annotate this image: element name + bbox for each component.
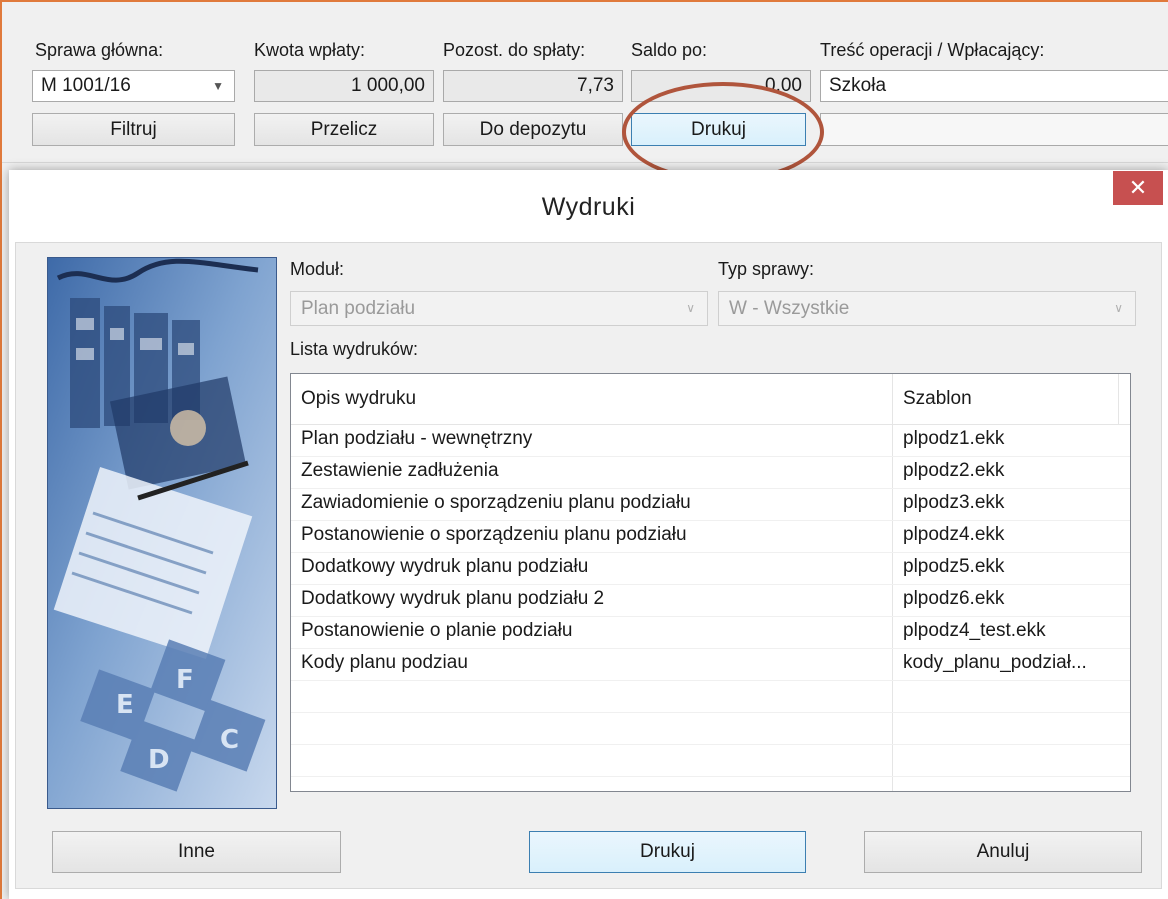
typ-sprawy-value: W - Wszystkie [729,298,850,319]
list-item[interactable]: Zawiadomienie o sporządzeniu planu podzi… [291,488,1130,521]
svg-text:C: C [220,725,239,755]
svg-text:F: F [176,665,194,695]
row-opis: Zestawienie zadłużenia [301,460,499,481]
column-header-opis[interactable]: Opis wydruku [301,388,416,410]
drukuj-form-button[interactable]: Drukuj [631,113,806,146]
close-icon: ✕ [1128,175,1148,200]
row-opis: Plan podziału - wewnętrzny [301,428,533,449]
list-item[interactable]: Zestawienie zadłużenia plpodz2.ekk [291,456,1130,489]
sprawa-value: M 1001/16 [41,75,131,96]
row-szablon: plpodz3.ekk [903,492,1005,513]
inne-button[interactable]: Inne [52,831,341,873]
chevron-down-icon: ∨ [1114,301,1123,315]
kwota-field[interactable]: 1 000,00 [254,70,434,102]
modul-select[interactable]: Plan podziału ∨ [290,291,708,326]
svg-text:D: D [148,745,170,775]
typ-sprawy-label: Typ sprawy: [718,259,815,279]
list-item[interactable]: Kody planu podziau kody_planu_podział... [291,648,1130,681]
sprawa-label: Sprawa główna: [35,40,164,60]
row-szablon: plpodz4_test.ekk [903,620,1046,641]
list-item[interactable]: Postanowienie o sporządzeniu planu podzi… [291,520,1130,553]
close-button[interactable]: ✕ [1113,171,1163,205]
row-opis: Dodatkowy wydruk planu podziału [301,556,589,577]
list-item[interactable]: Plan podziału - wewnętrzny plpodz1.ekk [291,424,1130,457]
chevron-down-icon: ▼ [212,79,224,93]
row-opis: Postanowienie o planie podziału [301,620,573,641]
tresc-field[interactable]: Szkoła [820,70,1168,102]
list-item[interactable]: Dodatkowy wydruk planu podziału plpodz5.… [291,552,1130,585]
przelicz-button[interactable]: Przelicz [254,113,434,146]
svg-text:E: E [116,690,134,720]
chevron-down-icon: ∨ [686,301,695,315]
column-header-szablon[interactable]: Szablon [903,388,972,410]
dialog-body: F E D C Moduł: Typ sprawy: Plan podziału… [15,242,1162,889]
dialog-side-image: F E D C [47,257,277,809]
row-szablon: kody_planu_podział... [903,652,1087,673]
divider [2,162,1168,163]
column-divider [1118,374,1119,424]
modul-label: Moduł: [290,259,345,279]
row-szablon: plpodz4.ekk [903,524,1005,545]
row-szablon: plpodz2.ekk [903,460,1005,481]
row-szablon: plpodz6.ekk [903,588,1005,609]
row-szablon: plpodz5.ekk [903,556,1005,577]
anuluj-button[interactable]: Anuluj [864,831,1142,873]
list-header: Opis wydruku Szablon [291,374,1130,425]
list-item-empty [291,744,1130,777]
wydruki-list[interactable]: Opis wydruku Szablon Plan podziału - wew… [290,373,1131,792]
lista-label: Lista wydruków: [290,339,419,359]
row-szablon: plpodz1.ekk [903,428,1005,449]
row-opis: Kody planu podziau [301,652,468,673]
row-opis: Zawiadomienie o sporządzeniu planu podzi… [301,492,691,513]
list-item-empty [291,712,1130,745]
list-item[interactable]: Postanowienie o planie podziału plpodz4_… [291,616,1130,649]
dialog-title: Wydruki [541,193,636,221]
pozost-field[interactable]: 7,73 [443,70,623,102]
list-item-empty [291,680,1130,713]
tresc-label: Treść operacji / Wpłacający: [820,40,1045,60]
kwota-label: Kwota wpłaty: [254,40,366,60]
empty-panel [820,113,1168,146]
row-opis: Postanowienie o sporządzeniu planu podzi… [301,524,687,545]
list-item[interactable]: Dodatkowy wydruk planu podziału 2 plpodz… [291,584,1130,617]
wydruki-dialog: Wydruki ✕ F E D C Moduł: Typ sprawy: Pla… [9,170,1168,899]
typ-sprawy-select[interactable]: W - Wszystkie ∨ [718,291,1136,326]
saldo-label: Saldo po: [631,40,708,60]
filtruj-button[interactable]: Filtruj [32,113,235,146]
drukuj-button[interactable]: Drukuj [529,831,806,873]
sprawa-select[interactable]: M 1001/16 ▼ [32,70,235,102]
row-opis: Dodatkowy wydruk planu podziału 2 [301,588,605,609]
saldo-field[interactable]: 0,00 [631,70,811,102]
modul-value: Plan podziału [301,298,416,319]
pozost-label: Pozost. do spłaty: [443,40,586,60]
do-depozytu-button[interactable]: Do depozytu [443,113,623,146]
